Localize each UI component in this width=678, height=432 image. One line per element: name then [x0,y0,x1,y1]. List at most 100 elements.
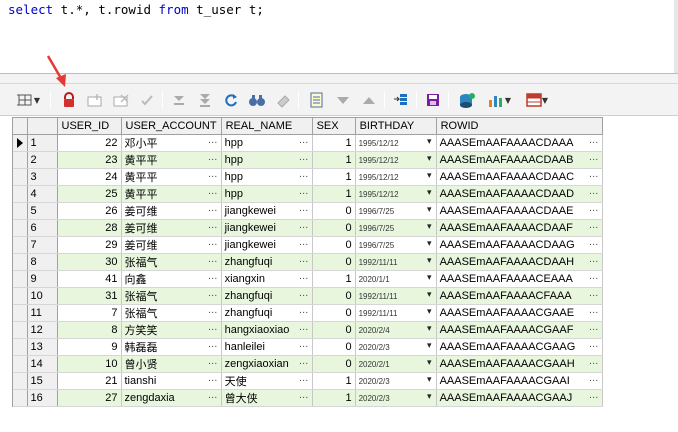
cell-birthday[interactable]: 1995/12/12 [355,185,437,203]
cell-real-name[interactable]: zhangfuqi [221,253,313,271]
cell-real-name[interactable]: hpp [221,168,313,186]
cell-sex[interactable]: 1 [312,270,356,288]
refresh-icon[interactable] [220,90,242,110]
cell-rowid[interactable]: AAASEmAAFAAAACDAAE [436,202,603,220]
cell-rowid[interactable]: AAASEmAAFAAAACGAAF [436,321,603,339]
cell-user-id[interactable]: 7 [57,304,122,322]
cell-user-id[interactable]: 27 [57,389,122,407]
cell-user-account[interactable]: 姜可维 [121,202,222,220]
query-by-example-icon[interactable] [306,90,328,110]
cell-user-id[interactable]: 22 [57,134,122,152]
cell-sex[interactable]: 0 [312,287,356,305]
row-indicator[interactable] [13,168,28,186]
row-indicator[interactable] [13,134,28,152]
cell-sex[interactable]: 1 [312,134,356,152]
table-row[interactable]: 941向鑫xiangxin12020/1/1AAASEmAAFAAAACEAAA [13,270,603,288]
cell-real-name[interactable]: zengxiaoxian [221,355,313,373]
cell-real-name[interactable]: hanleilei [221,338,313,356]
cell-real-name[interactable]: jiangkewei [221,236,313,254]
cell-user-id[interactable]: 28 [57,219,122,237]
row-indicator[interactable] [13,236,28,254]
cell-birthday[interactable]: 1996/7/25 [355,219,437,237]
cell-real-name[interactable]: jiangkewei [221,219,313,237]
table-format-icon[interactable]: ▼ [520,90,554,110]
cell-rowid[interactable]: AAASEmAAFAAAACFAAA [436,287,603,305]
cell-sex[interactable]: 1 [312,151,356,169]
cell-sex[interactable]: 0 [312,321,356,339]
column-header-real-name[interactable]: REAL_NAME [221,117,313,135]
cell-user-account[interactable]: 张福气 [121,287,222,305]
column-header-rowid[interactable]: ROWID [436,117,603,135]
cell-user-account[interactable]: 曾小贤 [121,355,222,373]
row-indicator[interactable] [13,253,28,271]
cell-birthday[interactable]: 1996/7/25 [355,236,437,254]
table-row[interactable]: 139韩磊磊hanleilei02020/2/3AAASEmAAFAAAACGA… [13,338,603,356]
table-row[interactable]: 526姜可维jiangkewei01996/7/25AAASEmAAFAAAAC… [13,202,603,220]
cell-user-account[interactable]: 方笑笑 [121,321,222,339]
cell-user-account[interactable]: 张福气 [121,253,222,271]
cell-user-id[interactable]: 8 [57,321,122,339]
cell-user-id[interactable]: 24 [57,168,122,186]
row-indicator[interactable] [13,304,28,322]
cell-birthday[interactable]: 2020/2/1 [355,355,437,373]
chart-icon[interactable]: ▼ [482,90,516,110]
row-indicator[interactable] [13,185,28,203]
cell-real-name[interactable]: hpp [221,134,313,152]
cell-sex[interactable]: 0 [312,355,356,373]
table-row[interactable]: 1627zengdaxia曾大侠12020/2/3AAASEmAAFAAAACG… [13,389,603,407]
table-row[interactable]: 122邓小平hpp11995/12/12AAASEmAAFAAAACDAAA [13,134,603,152]
cell-user-id[interactable]: 25 [57,185,122,203]
table-row[interactable]: 128方笑笑hangxiaoxiao02020/2/4AAASEmAAFAAAA… [13,321,603,339]
cell-birthday[interactable]: 1996/7/25 [355,202,437,220]
cell-rowid[interactable]: AAASEmAAFAAAACDAAH [436,253,603,271]
cell-real-name[interactable]: zhangfuqi [221,287,313,305]
cell-real-name[interactable]: hpp [221,185,313,203]
next-query-icon[interactable] [332,90,354,110]
cell-user-id[interactable]: 41 [57,270,122,288]
export-results-icon[interactable] [456,90,478,110]
table-row[interactable]: 729姜可维jiangkewei01996/7/25AAASEmAAFAAAAC… [13,236,603,254]
cell-birthday[interactable]: 2020/2/4 [355,321,437,339]
cell-user-account[interactable]: 姜可维 [121,219,222,237]
cell-sex[interactable]: 0 [312,304,356,322]
row-indicator[interactable] [13,151,28,169]
cell-user-id[interactable]: 10 [57,355,122,373]
cell-real-name[interactable]: 天使 [221,372,313,390]
cell-user-account[interactable]: 黄平平 [121,185,222,203]
insert-record-icon[interactable] [84,90,106,110]
cell-real-name[interactable]: hpp [221,151,313,169]
cell-user-id[interactable]: 29 [57,236,122,254]
cell-sex[interactable]: 0 [312,338,356,356]
cell-sex[interactable]: 0 [312,236,356,254]
cell-user-account[interactable]: tianshi [121,372,222,390]
column-header-birthday[interactable]: BIRTHDAY [355,117,437,135]
cell-birthday[interactable]: 1992/11/11 [355,287,437,305]
cell-sex[interactable]: 0 [312,202,356,220]
column-header-sex[interactable]: SEX [312,117,356,135]
cell-birthday[interactable]: 1995/12/12 [355,168,437,186]
save-icon[interactable] [422,90,444,110]
find-icon[interactable] [246,90,268,110]
editor-splitter[interactable] [0,74,678,84]
table-row[interactable]: 628姜可维jiangkewei01996/7/25AAASEmAAFAAAAC… [13,219,603,237]
cell-rowid[interactable]: AAASEmAAFAAAACDAAD [436,185,603,203]
cell-real-name[interactable]: hangxiaoxiao [221,321,313,339]
cell-real-name[interactable]: xiangxin [221,270,313,288]
table-row[interactable]: 324黄平平hpp11995/12/12AAASEmAAFAAAACDAAC [13,168,603,186]
cell-birthday[interactable]: 2020/2/3 [355,389,437,407]
cell-user-id[interactable]: 21 [57,372,122,390]
cell-rowid[interactable]: AAASEmAAFAAAACGAAE [436,304,603,322]
cell-user-account[interactable]: 向鑫 [121,270,222,288]
cell-user-id[interactable]: 26 [57,202,122,220]
cell-real-name[interactable]: 曾大侠 [221,389,313,407]
cell-rowid[interactable]: AAASEmAAFAAAACEAAA [436,270,603,288]
column-header-user-account[interactable]: USER_ACCOUNT [121,117,222,135]
cell-user-account[interactable]: 邓小平 [121,134,222,152]
previous-query-icon[interactable] [358,90,380,110]
cell-birthday[interactable]: 1995/12/12 [355,151,437,169]
results-grid[interactable]: USER_ID USER_ACCOUNT REAL_NAME SEX BIRTH… [12,117,603,407]
cell-rowid[interactable]: AAASEmAAFAAAACDAAA [436,134,603,152]
table-row[interactable]: 117张福气zhangfuqi01992/11/11AAASEmAAFAAAAC… [13,304,603,322]
delete-record-icon[interactable] [110,90,132,110]
cell-rowid[interactable]: AAASEmAAFAAAACGAAG [436,338,603,356]
